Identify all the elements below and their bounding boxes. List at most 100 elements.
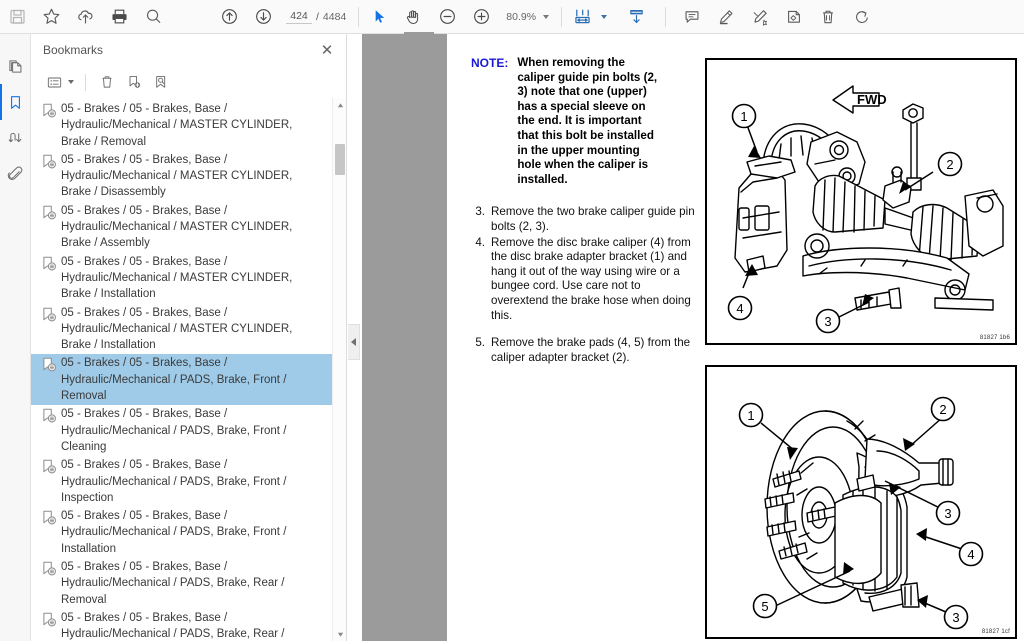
svg-text:FWD: FWD: [857, 92, 887, 107]
bookmark-item-label: 05 - Brakes / 05 - Brakes, Base / Hydrau…: [61, 408, 287, 453]
step-text: Remove the brake pads (4, 5) from the ca…: [491, 336, 691, 364]
bookmark-entry-icon: [41, 357, 57, 372]
bookmark-item[interactable]: 05 - Brakes / 05 - Brakes, Base / Hydrau…: [31, 405, 346, 456]
fit-page-icon[interactable]: [565, 1, 599, 33]
svg-text:1: 1: [740, 109, 747, 124]
bookmark-scrollbar[interactable]: [332, 98, 346, 641]
select-tool-icon[interactable]: [362, 1, 396, 33]
bookmark-item-label: 05 - Brakes / 05 - Brakes, Base / Hydrau…: [61, 306, 293, 352]
bookmark-item-label: 05 - Brakes / 05 - Brakes, Base / Hydrau…: [61, 153, 293, 199]
toolbar-divider-1: [358, 6, 360, 27]
page-number-input[interactable]: 424: [286, 9, 312, 24]
bookmark-item-label: 05 - Brakes / 05 - Brakes, Base / Hydrau…: [61, 204, 293, 250]
document-gutter: [348, 34, 447, 641]
stamp-icon[interactable]: [777, 1, 811, 33]
bookmark-item-selected[interactable]: 05 - Brakes / 05 - Brakes, Base / Hydrau…: [31, 354, 346, 406]
bookmark-entry-icon: [41, 103, 57, 118]
zoom-level-value[interactable]: 80.9%: [498, 11, 536, 23]
procedure-step: 3. Remove the two brake caliper guide pin…: [471, 205, 701, 234]
step-number: 4.: [475, 235, 485, 249]
scroll-mode-icon[interactable]: [619, 1, 653, 33]
chevron-down-icon: [68, 80, 74, 84]
new-bookmark-icon[interactable]: [121, 69, 147, 95]
toolbar-file-group: [0, 1, 170, 33]
page-separator: /: [316, 10, 319, 23]
svg-text:3: 3: [944, 506, 951, 521]
layout-chevron-down-icon[interactable]: [601, 14, 608, 19]
toolbar-divider-2: [561, 6, 563, 27]
bookmark-entry-icon: [41, 154, 57, 169]
scroll-up-icon[interactable]: [333, 98, 346, 112]
zoom-out-icon[interactable]: [430, 1, 464, 33]
bookmarks-icon[interactable]: [0, 84, 31, 120]
highlight-icon[interactable]: [709, 1, 743, 33]
cloud-upload-icon[interactable]: [68, 1, 102, 33]
bookmark-item[interactable]: 05 - Brakes / 05 - Brakes, Base / Hydrau…: [31, 456, 346, 507]
save-icon[interactable]: [0, 1, 34, 33]
undo-icon[interactable]: [845, 1, 879, 33]
toolbar-view-group: 80.9%: [362, 1, 553, 33]
bookmark-list[interactable]: 05 - Brakes / 05 - Brakes, Base / Hydrau…: [31, 98, 346, 641]
page-indicator[interactable]: 424 / 4484: [286, 9, 346, 24]
bookmark-item[interactable]: 05 - Brakes / 05 - Brakes, Base / Hydrau…: [31, 151, 346, 202]
bookmark-item[interactable]: 05 - Brakes / 05 - Brakes, Base / Hydrau…: [31, 304, 346, 355]
bookmark-item[interactable]: 05 - Brakes / 05 - Brakes, Base / Hydrau…: [31, 100, 346, 151]
draw-icon[interactable]: [743, 1, 777, 33]
attachments-icon[interactable]: [0, 156, 31, 192]
step-number: 3.: [475, 205, 485, 219]
page-thumbnails-icon[interactable]: [0, 48, 31, 84]
search-icon[interactable]: [136, 1, 170, 33]
bookmark-item-label: 05 - Brakes / 05 - Brakes, Base / Hydrau…: [61, 611, 285, 641]
note-body: When removing the caliper guide pin bolt…: [517, 56, 658, 186]
note-block: NOTE: When removing the caliper guide pi…: [471, 56, 701, 187]
bookmark-entry-icon: [41, 459, 57, 474]
bookmark-item[interactable]: 05 - Brakes / 05 - Brakes, Base / Hydrau…: [31, 253, 346, 304]
procedure-steps: 3. Remove the two brake caliper guide pin…: [471, 205, 701, 365]
figure-bottom-id: 81827 1cf: [981, 629, 1010, 635]
svg-text:5: 5: [761, 599, 768, 614]
toolbar-layout-group: [565, 1, 653, 33]
svg-text:2: 2: [946, 157, 953, 172]
procedure-step: 5. Remove the brake pads (4, 5) from the …: [471, 336, 701, 365]
bookmark-item[interactable]: 05 - Brakes / 05 - Brakes, Base / Hydrau…: [31, 202, 346, 253]
bookmark-options-icon[interactable]: [41, 69, 78, 95]
find-bookmark-icon[interactable]: [148, 69, 174, 95]
scrollbar-thumb[interactable]: [335, 144, 345, 175]
panel-collapse-handle[interactable]: [348, 324, 360, 360]
bookmark-entry-icon: [41, 561, 57, 576]
bookmarks-panel: Bookmarks ✕ 05 - Brakes / 05 - Brakes, B…: [31, 34, 347, 641]
bookmark-item[interactable]: 05 - Brakes / 05 - Brakes, Base / Hydrau…: [31, 558, 346, 609]
next-page-icon[interactable]: [246, 1, 280, 33]
svg-text:1: 1: [747, 408, 754, 423]
star-icon[interactable]: [34, 1, 68, 33]
gutter-shade: [362, 34, 447, 641]
scroll-down-icon[interactable]: [333, 627, 346, 641]
toolbar-navigation-group: 424 / 4484: [212, 1, 346, 33]
bookmark-entry-icon: [41, 408, 57, 423]
figure-front-suspension-caliper: FWD 1 2 3 4 81827 1b6: [705, 58, 1017, 345]
print-icon[interactable]: [102, 1, 136, 33]
bookmark-item-label: 05 - Brakes / 05 - Brakes, Base / Hydrau…: [61, 103, 293, 148]
bookmark-entry-icon: [41, 307, 57, 322]
comment-icon[interactable]: [675, 1, 709, 33]
bookmark-item-label: 05 - Brakes / 05 - Brakes, Base / Hydrau…: [61, 357, 287, 403]
bookmark-item[interactable]: 05 - Brakes / 05 - Brakes, Base / Hydrau…: [31, 507, 346, 558]
pdf-viewer-window: 424 / 4484 80.9% Bookmarks ✕ 05 - Brakes…: [0, 0, 1024, 641]
note-label: NOTE:: [471, 56, 509, 70]
bookmark-item-label: 05 - Brakes / 05 - Brakes, Base / Hydrau…: [61, 561, 285, 606]
bookmark-item[interactable]: 05 - Brakes / 05 - Brakes, Base / Hydrau…: [31, 609, 346, 641]
previous-page-icon[interactable]: [212, 1, 246, 33]
chevron-down-icon[interactable]: [543, 14, 550, 19]
hand-tool-icon[interactable]: [396, 1, 430, 33]
toolbar-divider-3: [665, 6, 667, 27]
bookmark-entry-icon: [41, 612, 57, 627]
delete-icon[interactable]: [811, 1, 845, 33]
main-toolbar: 424 / 4484 80.9%: [0, 0, 1024, 34]
close-icon[interactable]: ✕: [316, 39, 338, 61]
zoom-in-icon[interactable]: [464, 1, 498, 33]
procedure-step: 4. Remove the disc brake caliper (4) from…: [471, 236, 701, 324]
figure-rotor-pads-assembly: 1 2 3 4 5 3 81827 1cf: [705, 365, 1017, 639]
signature-icon[interactable]: [0, 120, 31, 156]
document-page: NOTE: When removing the caliper guide pi…: [447, 34, 1024, 641]
delete-bookmark-icon[interactable]: [94, 69, 120, 95]
